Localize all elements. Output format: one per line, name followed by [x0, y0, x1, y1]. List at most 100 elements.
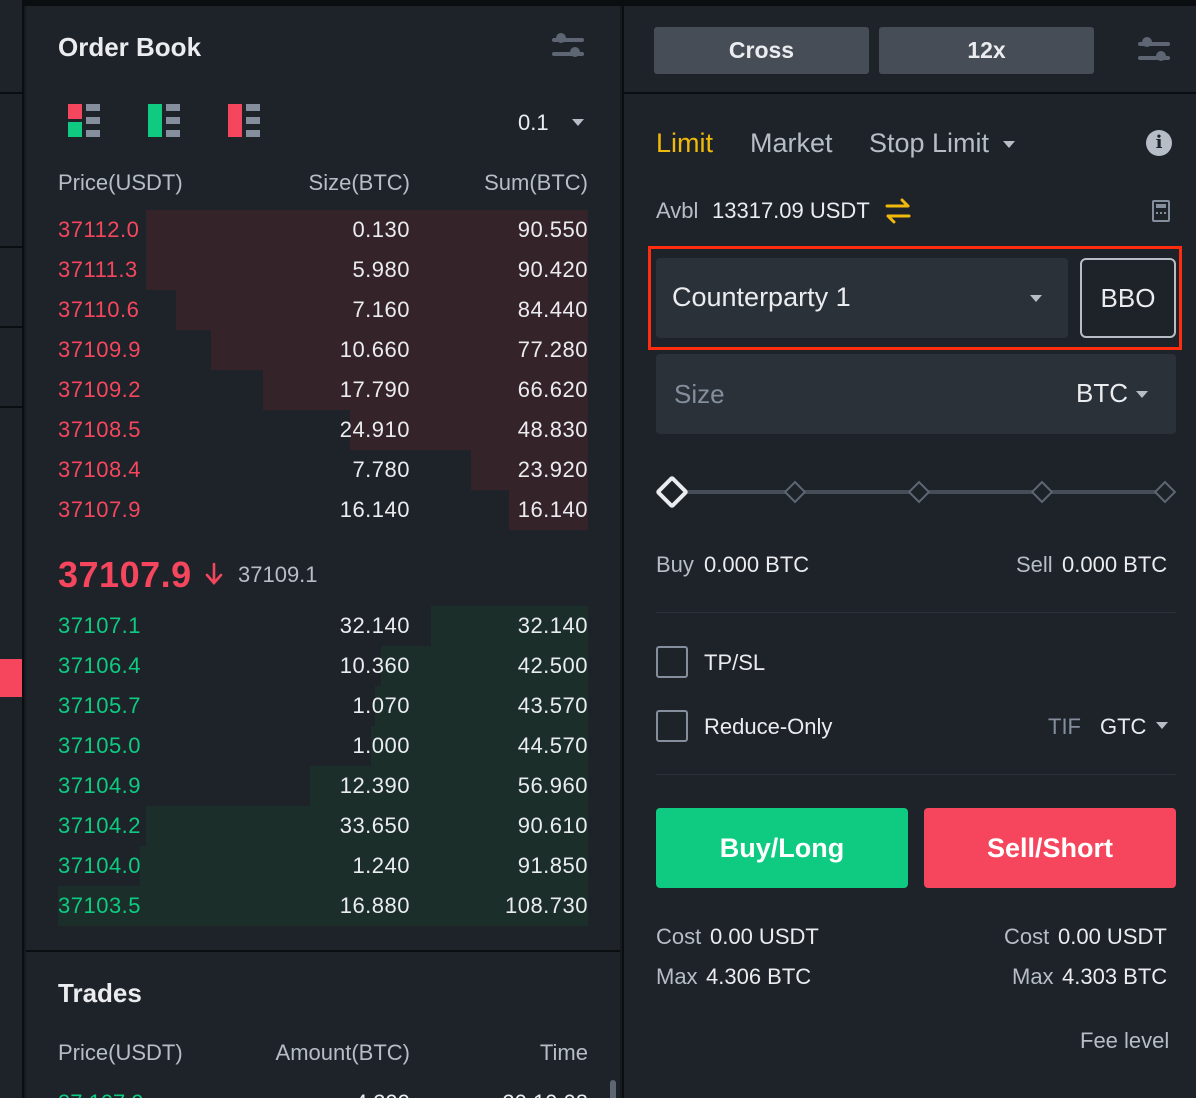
buy-max-label: Max	[656, 964, 698, 989]
ask-sum: 23.920	[517, 457, 588, 482]
bbo-button[interactable]: BBO	[1080, 258, 1176, 338]
bid-row[interactable]: 37107.1 32.140 32.140	[58, 606, 588, 646]
ask-size: 0.130	[352, 217, 410, 242]
counterparty-value: Counterparty 1	[672, 282, 851, 312]
mark-price[interactable]: 37109.1	[238, 562, 318, 588]
bid-sum: 44.570	[517, 733, 588, 758]
bid-row[interactable]: 37105.0 1.000 44.570	[58, 726, 588, 766]
transfer-icon[interactable]	[884, 198, 912, 224]
size-unit[interactable]: BTC	[1076, 378, 1128, 409]
slider-node-75[interactable]	[1030, 480, 1054, 504]
buy-max-value: 4.306 BTC	[706, 964, 812, 989]
size-slider[interactable]	[655, 474, 1177, 510]
bid-price: 37107.1	[58, 613, 142, 638]
ask-size: 7.780	[352, 457, 410, 482]
order-book-settings-icon[interactable]	[552, 33, 584, 62]
ask-size: 5.980	[352, 257, 410, 282]
tif-select[interactable]: GTC	[1100, 714, 1146, 740]
ask-sum: 77.280	[517, 337, 588, 362]
ask-price: 37110.6	[58, 297, 140, 322]
size-field[interactable]: BTC	[656, 354, 1176, 434]
ask-row[interactable]: 37112.0 0.130 90.550	[58, 210, 588, 250]
counterparty-select[interactable]: Counterparty 1	[656, 258, 1068, 338]
precision-select[interactable]: 0.1	[518, 110, 584, 136]
ask-sum: 66.620	[517, 377, 588, 402]
avbl-value: 13317.09 USDT	[712, 198, 870, 223]
info-icon[interactable]: i	[1146, 130, 1172, 156]
bid-size: 32.140	[339, 613, 410, 638]
ask-row[interactable]: 37111.3 5.980 90.420	[58, 250, 588, 290]
calculator-icon[interactable]	[1152, 200, 1170, 222]
chevron-down-icon	[1002, 141, 1015, 149]
buy-amount-label: Buy	[656, 552, 694, 577]
divider	[656, 612, 1176, 613]
ask-row[interactable]: 37110.6 7.160 84.440	[58, 290, 588, 330]
bid-row[interactable]: 37105.7 1.070 43.570	[58, 686, 588, 726]
book-both-view-icon[interactable]	[68, 104, 102, 138]
chevron-down-icon	[1030, 295, 1042, 302]
book-asks-view-icon[interactable]	[228, 104, 262, 138]
reduce-only-checkbox[interactable]	[656, 710, 688, 742]
bid-row[interactable]: 37106.4 10.360 42.500	[58, 646, 588, 686]
trade-amount: 4.299	[355, 1090, 410, 1098]
ask-row[interactable]: 37109.2 17.790 66.620	[58, 370, 588, 410]
bid-row[interactable]: 37104.9 12.390 56.960	[58, 766, 588, 806]
ask-sum: 84.440	[517, 297, 588, 322]
tif-label: TIF	[1048, 714, 1081, 739]
trades-scrollbar[interactable]	[610, 1080, 616, 1098]
sum-header: Sum(BTC)	[484, 170, 588, 195]
ask-row[interactable]: 37109.9 10.660 77.280	[58, 330, 588, 370]
fee-level-link[interactable]: Fee level	[1080, 1028, 1169, 1054]
tpsl-label[interactable]: TP/SL	[704, 650, 765, 676]
ask-price: 37111.3	[58, 257, 138, 282]
sell-max-value: 4.303 BTC	[1062, 964, 1168, 989]
slider-node-100[interactable]	[1153, 480, 1177, 504]
tab-market[interactable]: Market	[750, 128, 833, 159]
size-input[interactable]	[656, 354, 1036, 434]
order-book-title: Order Book	[58, 32, 202, 62]
trades-price-header: Price(USDT)	[58, 1040, 183, 1065]
book-bids-view-icon[interactable]	[148, 104, 182, 138]
tab-stop-limit[interactable]: Stop Limit	[869, 128, 1015, 159]
bid-size: 33.650	[339, 813, 410, 838]
bid-sum: 56.960	[517, 773, 588, 798]
divider	[0, 326, 24, 328]
bid-size: 1.000	[352, 733, 410, 758]
bid-size: 10.360	[339, 653, 410, 678]
bid-sum: 90.610	[517, 813, 588, 838]
slider-node-25[interactable]	[783, 480, 807, 504]
ask-size: 16.140	[339, 497, 410, 522]
slider-thumb[interactable]	[655, 475, 689, 509]
ask-row[interactable]: 37107.9 16.140 16.140	[58, 490, 588, 530]
slider-node-50[interactable]	[907, 480, 931, 504]
ask-row[interactable]: 37108.4 7.780 23.920	[58, 450, 588, 490]
bid-row[interactable]: 37104.0 1.240 91.850	[58, 846, 588, 886]
tab-stop-limit-label: Stop Limit	[869, 128, 990, 158]
sell-cost-label: Cost	[1004, 924, 1050, 949]
ask-price: 37107.9	[58, 497, 142, 522]
reduce-only-label[interactable]: Reduce-Only	[704, 714, 832, 740]
margin-mode-button[interactable]: Cross	[654, 27, 869, 74]
buy-long-button[interactable]: Buy/Long	[656, 808, 908, 888]
order-book-panel: Order Book 0.1 Price(USDT) Size(BTC) Sum…	[26, 6, 620, 1098]
chevron-down-icon	[1136, 391, 1148, 398]
chevron-down-icon	[1156, 722, 1168, 729]
ask-price: 37109.9	[58, 337, 142, 362]
ask-row[interactable]: 37108.5 24.910 48.830	[58, 410, 588, 450]
trade-settings-icon[interactable]	[1138, 37, 1170, 66]
tab-limit[interactable]: Limit	[656, 128, 713, 159]
leverage-button[interactable]: 12x	[879, 27, 1094, 74]
bid-row[interactable]: 37104.2 33.650 90.610	[58, 806, 588, 846]
bid-price: 37104.2	[58, 813, 142, 838]
tpsl-checkbox[interactable]	[656, 646, 688, 678]
divider	[26, 950, 620, 952]
margin-bar: Cross 12x	[624, 6, 1196, 94]
ask-price: 37108.4	[58, 457, 142, 482]
bid-row[interactable]: 37103.5 16.880 108.730	[58, 886, 588, 926]
avbl-label: Avbl	[656, 198, 699, 223]
sell-short-button[interactable]: Sell/Short	[924, 808, 1176, 888]
trades-title: Trades	[58, 978, 142, 1008]
chevron-down-icon	[572, 119, 584, 126]
ask-price: 37109.2	[58, 377, 142, 402]
bid-price: 37103.5	[58, 893, 142, 918]
